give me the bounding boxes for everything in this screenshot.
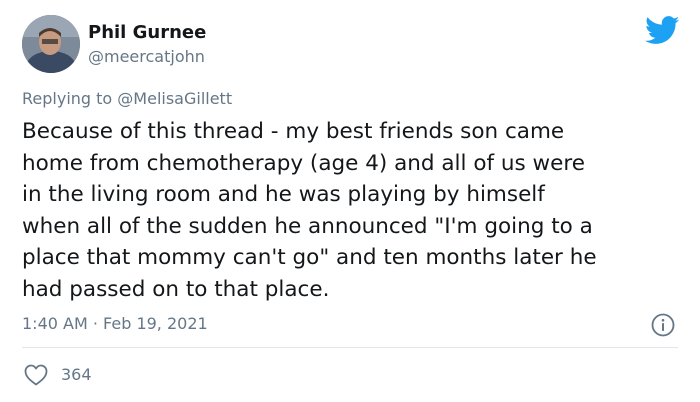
tweet-card: Phil Gurnee @meercatjohn Replying to @Me… xyxy=(0,0,700,402)
twitter-bird-icon[interactable] xyxy=(645,16,680,45)
tweet-text-line: had passed on to that place. xyxy=(22,276,330,302)
reply-context: Replying to @MelisaGillett xyxy=(22,89,232,108)
author-handle[interactable]: @meercatjohn xyxy=(88,47,205,66)
author-name[interactable]: Phil Gurnee xyxy=(88,22,206,43)
reply-mention-link[interactable]: @MelisaGillett xyxy=(117,89,232,108)
tweet-text: Because of this thread - my best friends… xyxy=(22,116,692,305)
avatar[interactable] xyxy=(22,15,80,73)
tweet-text-line: when all of the sudden he announced "I'm… xyxy=(22,213,593,239)
tweet-text-line: home from chemotherapy (age 4) and all o… xyxy=(22,150,585,176)
avatar-photo xyxy=(22,15,80,73)
heart-icon[interactable] xyxy=(24,364,48,386)
reply-prefix: Replying to xyxy=(22,89,113,108)
tweet-text-line: place that mommy can't go" and ten month… xyxy=(22,245,597,270)
tweet-text-line: in the living room and he was playing by… xyxy=(22,182,545,207)
info-icon[interactable] xyxy=(650,312,676,338)
like-count: 364 xyxy=(61,365,92,384)
divider xyxy=(22,347,678,348)
tweet-timestamp[interactable]: 1:40 AM · Feb 19, 2021 xyxy=(22,314,208,333)
tweet-text-line: Because of this thread - my best friends… xyxy=(22,119,565,144)
